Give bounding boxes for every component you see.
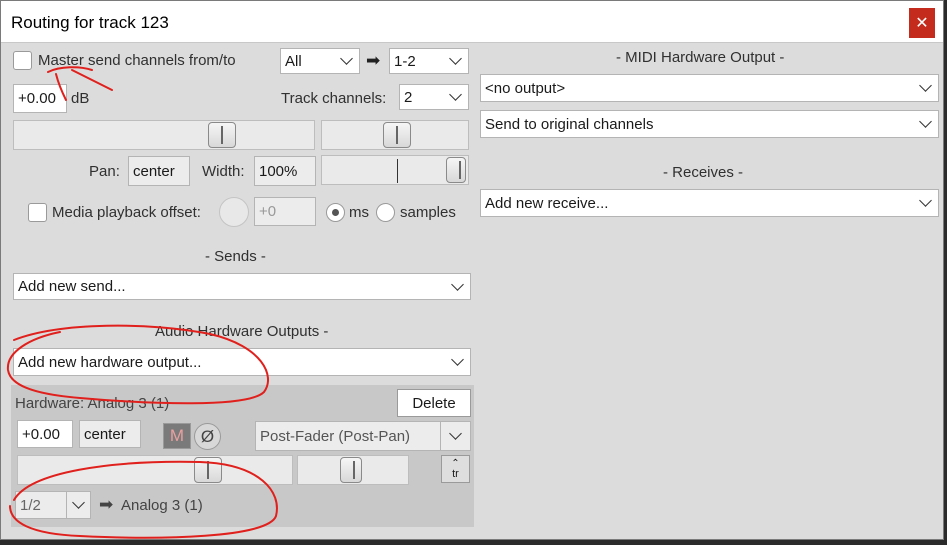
media-offset-checkbox[interactable] — [28, 203, 47, 222]
tr-label: tr — [452, 468, 459, 480]
window-title: Routing for track 123 — [11, 13, 169, 32]
routing-window: Routing for track 123 ✕ Master send chan… — [0, 0, 944, 540]
master-volume-slider[interactable] — [13, 120, 315, 150]
chevron-down-icon — [919, 194, 932, 207]
chevron-down-icon — [449, 427, 462, 440]
samples-label: samples — [400, 204, 456, 221]
add-hw-output-dropdown[interactable]: Add new hardware output... — [13, 348, 471, 376]
pan-field[interactable]: center — [128, 156, 190, 186]
midi-output-value: <no output> — [485, 79, 566, 97]
chevron-down-icon — [72, 496, 85, 509]
offset-knob[interactable] — [219, 197, 249, 227]
ms-label: ms — [349, 204, 369, 221]
master-send-label: Master send channels from/to — [38, 52, 236, 69]
master-from-value: All — [285, 52, 302, 70]
hw-dest-label: Analog 3 (1) — [121, 497, 203, 514]
hw-pan-slider[interactable] — [297, 455, 409, 485]
hw-pan-thumb[interactable] — [340, 457, 362, 483]
close-icon: ✕ — [915, 15, 929, 32]
close-button[interactable]: ✕ — [909, 8, 935, 38]
hw-volume-value: +0.00 — [22, 425, 60, 443]
midi-header: - MIDI Hardware Output - — [616, 49, 785, 66]
chevron-down-icon — [919, 115, 932, 128]
receives-header: - Receives - — [663, 164, 744, 181]
add-hw-output-value: Add new hardware output... — [18, 353, 202, 371]
media-offset-label: Media playback offset: — [52, 204, 201, 221]
hw-output-panel: Hardware: Analog 3 (1) Delete +0.00 cent… — [11, 385, 474, 527]
width-value: 100% — [259, 162, 298, 180]
track-channels-label: Track channels: — [281, 90, 387, 107]
tr-envelope-button[interactable]: ⌃ tr — [441, 455, 470, 483]
hw-volume-thumb[interactable] — [194, 457, 222, 483]
sends-header: - Sends - — [205, 248, 266, 265]
width-slider[interactable] — [321, 155, 469, 185]
pan-value: center — [133, 162, 175, 180]
channel-dropdown-button[interactable] — [66, 492, 90, 518]
hw-mode-value: Post-Fader (Post-Pan) — [260, 427, 411, 445]
pan-label: Pan: — [89, 163, 120, 180]
midi-channels-value: Send to original channels — [485, 115, 654, 133]
track-channels-value: 2 — [404, 88, 413, 106]
hw-output-label: Hardware: Analog 3 (1) — [15, 395, 170, 412]
hw-channel-select[interactable]: 1/2 — [15, 491, 91, 519]
audio-hw-header: Audio Hardware Outputs - — [155, 323, 329, 340]
track-channels-select[interactable]: 2 — [399, 84, 469, 110]
media-offset-value: +0 — [259, 203, 277, 220]
samples-radio[interactable] — [376, 203, 395, 222]
title-bar: Routing for track 123 ✕ — [1, 1, 943, 43]
mode-dropdown-button[interactable] — [440, 422, 470, 450]
width-slider-thumb[interactable] — [446, 157, 466, 183]
master-pan-slider[interactable] — [321, 120, 469, 150]
hw-pan-value: center — [84, 425, 126, 443]
hw-mode-select[interactable]: Post-Fader (Post-Pan) — [255, 421, 471, 451]
chevron-down-icon — [451, 353, 464, 366]
add-send-value: Add new send... — [18, 278, 126, 295]
volume-unit-label: dB — [71, 90, 90, 107]
master-volume-value: +0.00 — [18, 90, 56, 107]
arrow-right-icon: ➡ — [366, 51, 381, 70]
width-field[interactable]: 100% — [254, 156, 316, 186]
phase-icon: Ø — [200, 426, 215, 446]
hw-volume-field[interactable]: +0.00 — [17, 420, 73, 448]
add-receive-value: Add new receive... — [485, 194, 609, 212]
chevron-down-icon — [451, 277, 464, 291]
width-label: Width: — [202, 163, 245, 180]
delete-button[interactable]: Delete — [397, 389, 471, 417]
width-center-line — [397, 159, 398, 183]
chevron-down-icon — [340, 52, 353, 65]
arrow-right-icon: ➡ — [99, 495, 114, 514]
master-to-value: 1-2 — [394, 52, 416, 70]
mute-button[interactable]: M — [163, 423, 191, 449]
master-volume-field[interactable]: +0.00 — [13, 84, 67, 113]
volume-slider-thumb[interactable] — [208, 122, 236, 148]
chevron-down-icon — [919, 79, 932, 92]
chevron-down-icon — [449, 52, 462, 65]
master-send-checkbox[interactable] — [13, 51, 32, 70]
pan-slider-thumb[interactable] — [383, 122, 411, 148]
add-receive-dropdown[interactable]: Add new receive... — [480, 189, 939, 217]
phase-invert-button[interactable]: Ø — [194, 423, 221, 450]
hw-volume-slider[interactable] — [17, 455, 293, 485]
ms-radio[interactable] — [326, 203, 345, 222]
hw-pan-field[interactable]: center — [79, 420, 141, 448]
delete-label: Delete — [412, 394, 456, 412]
add-send-dropdown[interactable]: Add new send... — [13, 273, 471, 300]
master-from-select[interactable]: All — [280, 48, 360, 74]
chevron-down-icon — [449, 88, 462, 101]
hw-channel-value: 1/2 — [20, 496, 41, 514]
midi-output-select[interactable]: <no output> — [480, 74, 939, 102]
media-offset-field[interactable]: +0 — [254, 197, 316, 226]
mute-label: M — [169, 426, 185, 445]
master-to-select[interactable]: 1-2 — [389, 48, 469, 74]
midi-channels-select[interactable]: Send to original channels — [480, 110, 939, 138]
